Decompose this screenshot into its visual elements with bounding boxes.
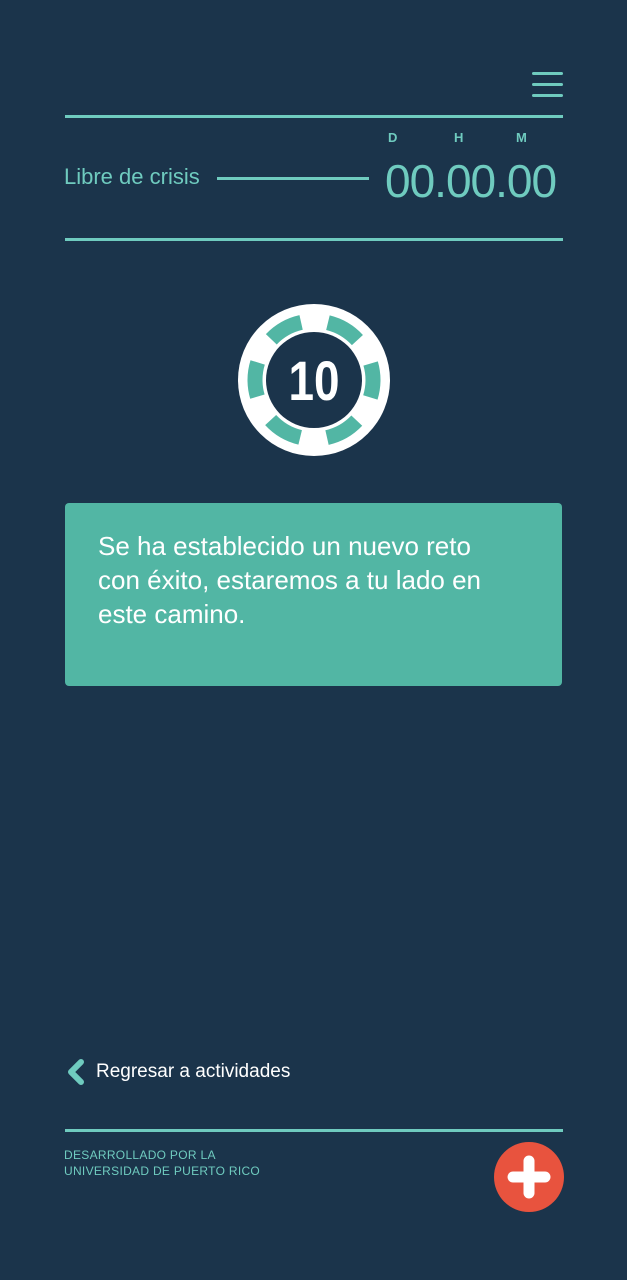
credit-line-2: UNIVERSIDAD DE PUERTO RICO [64,1164,261,1178]
challenge-badge: 10 [237,303,391,457]
emergency-button[interactable] [494,1142,564,1212]
back-to-activities-label: Regresar a actividades [96,1061,291,1082]
timer-unit-hours: H [454,130,465,145]
poker-chip-icon: 10 [238,304,390,456]
footer-divider [65,1129,563,1132]
timer-unit-days: D [388,130,399,145]
badge-number: 10 [288,350,339,412]
crisis-label-connector [217,177,369,180]
timer-divider [65,238,563,241]
success-message-card: Se ha establecido un nuevo reto con éxit… [65,503,562,686]
header-divider [65,115,563,118]
developer-credit: DESARROLLADO POR LA UNIVERSIDAD DE PUERT… [64,1147,260,1179]
plus-icon [507,1155,551,1199]
crisis-free-label: Libre de crisis [64,164,200,189]
app-screen: D H M Libre de crisis 00.00.00 10 Se ha … [0,0,627,1280]
chevron-left-icon [68,1059,84,1085]
timer-unit-minutes: M [516,130,528,145]
hamburger-menu-icon[interactable] [532,70,564,100]
credit-line-1: DESARROLLADO POR LA [64,1148,216,1162]
success-message-text: Se ha establecido un nuevo reto con éxit… [98,531,482,629]
crisis-free-timer: 00.00.00 [385,155,557,207]
